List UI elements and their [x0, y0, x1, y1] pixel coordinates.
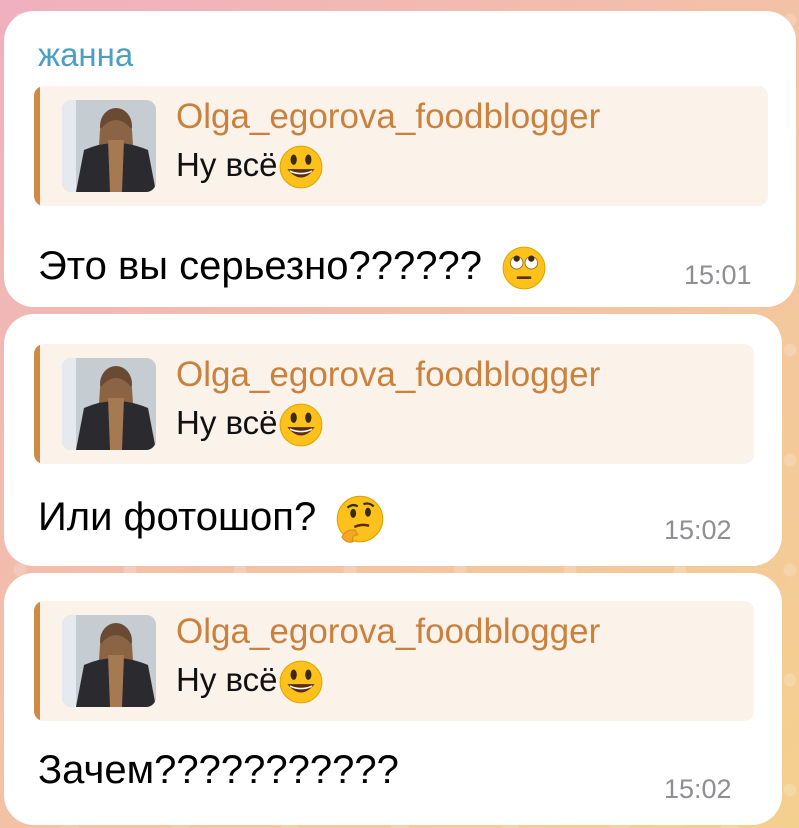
reply-thumbnail	[62, 358, 156, 450]
reply-text: Ну всё	[176, 144, 324, 190]
grinning-face-icon	[279, 660, 322, 704]
reply-bar	[34, 86, 40, 206]
message-text: Зачем???????????	[38, 748, 399, 792]
message-bubble[interactable]: Olga_egorova_foodblogger Ну всё Зачем???…	[4, 573, 782, 825]
message-text: Это вы серьезно??????	[38, 241, 547, 291]
reply-author: Olga_egorova_foodblogger	[176, 612, 601, 651]
message-bubble[interactable]: жанна Olga_egorova_foodblogger Ну всё Эт…	[4, 11, 796, 307]
reply-thumbnail	[62, 615, 156, 707]
message-time: 15:01	[684, 260, 752, 290]
message-text: Или фотошоп?	[38, 492, 385, 544]
reply-bar	[34, 601, 40, 721]
grinning-face-icon	[279, 145, 322, 189]
message-time: 15:02	[664, 774, 732, 804]
reply-quote[interactable]: Olga_egorova_foodblogger Ну всё	[34, 86, 768, 206]
reply-text: Ну всё	[176, 402, 324, 448]
message-time: 15:02	[664, 515, 732, 545]
reply-text: Ну всё	[176, 659, 324, 705]
grinning-face-icon	[279, 403, 322, 447]
reply-quote[interactable]: Olga_egorova_foodblogger Ну всё	[34, 601, 754, 721]
message-bubble[interactable]: Olga_egorova_foodblogger Ну всё Или фото…	[4, 314, 782, 566]
reply-thumbnail	[62, 100, 156, 192]
reply-bar	[34, 344, 40, 464]
reply-author: Olga_egorova_foodblogger	[176, 97, 601, 136]
sender-name[interactable]: жанна	[38, 35, 133, 75]
thinking-face-icon	[337, 496, 384, 544]
reply-quote[interactable]: Olga_egorova_foodblogger Ну всё	[34, 344, 754, 464]
face-with-rolling-eyes-icon	[502, 247, 546, 290]
reply-author: Olga_egorova_foodblogger	[176, 355, 601, 394]
